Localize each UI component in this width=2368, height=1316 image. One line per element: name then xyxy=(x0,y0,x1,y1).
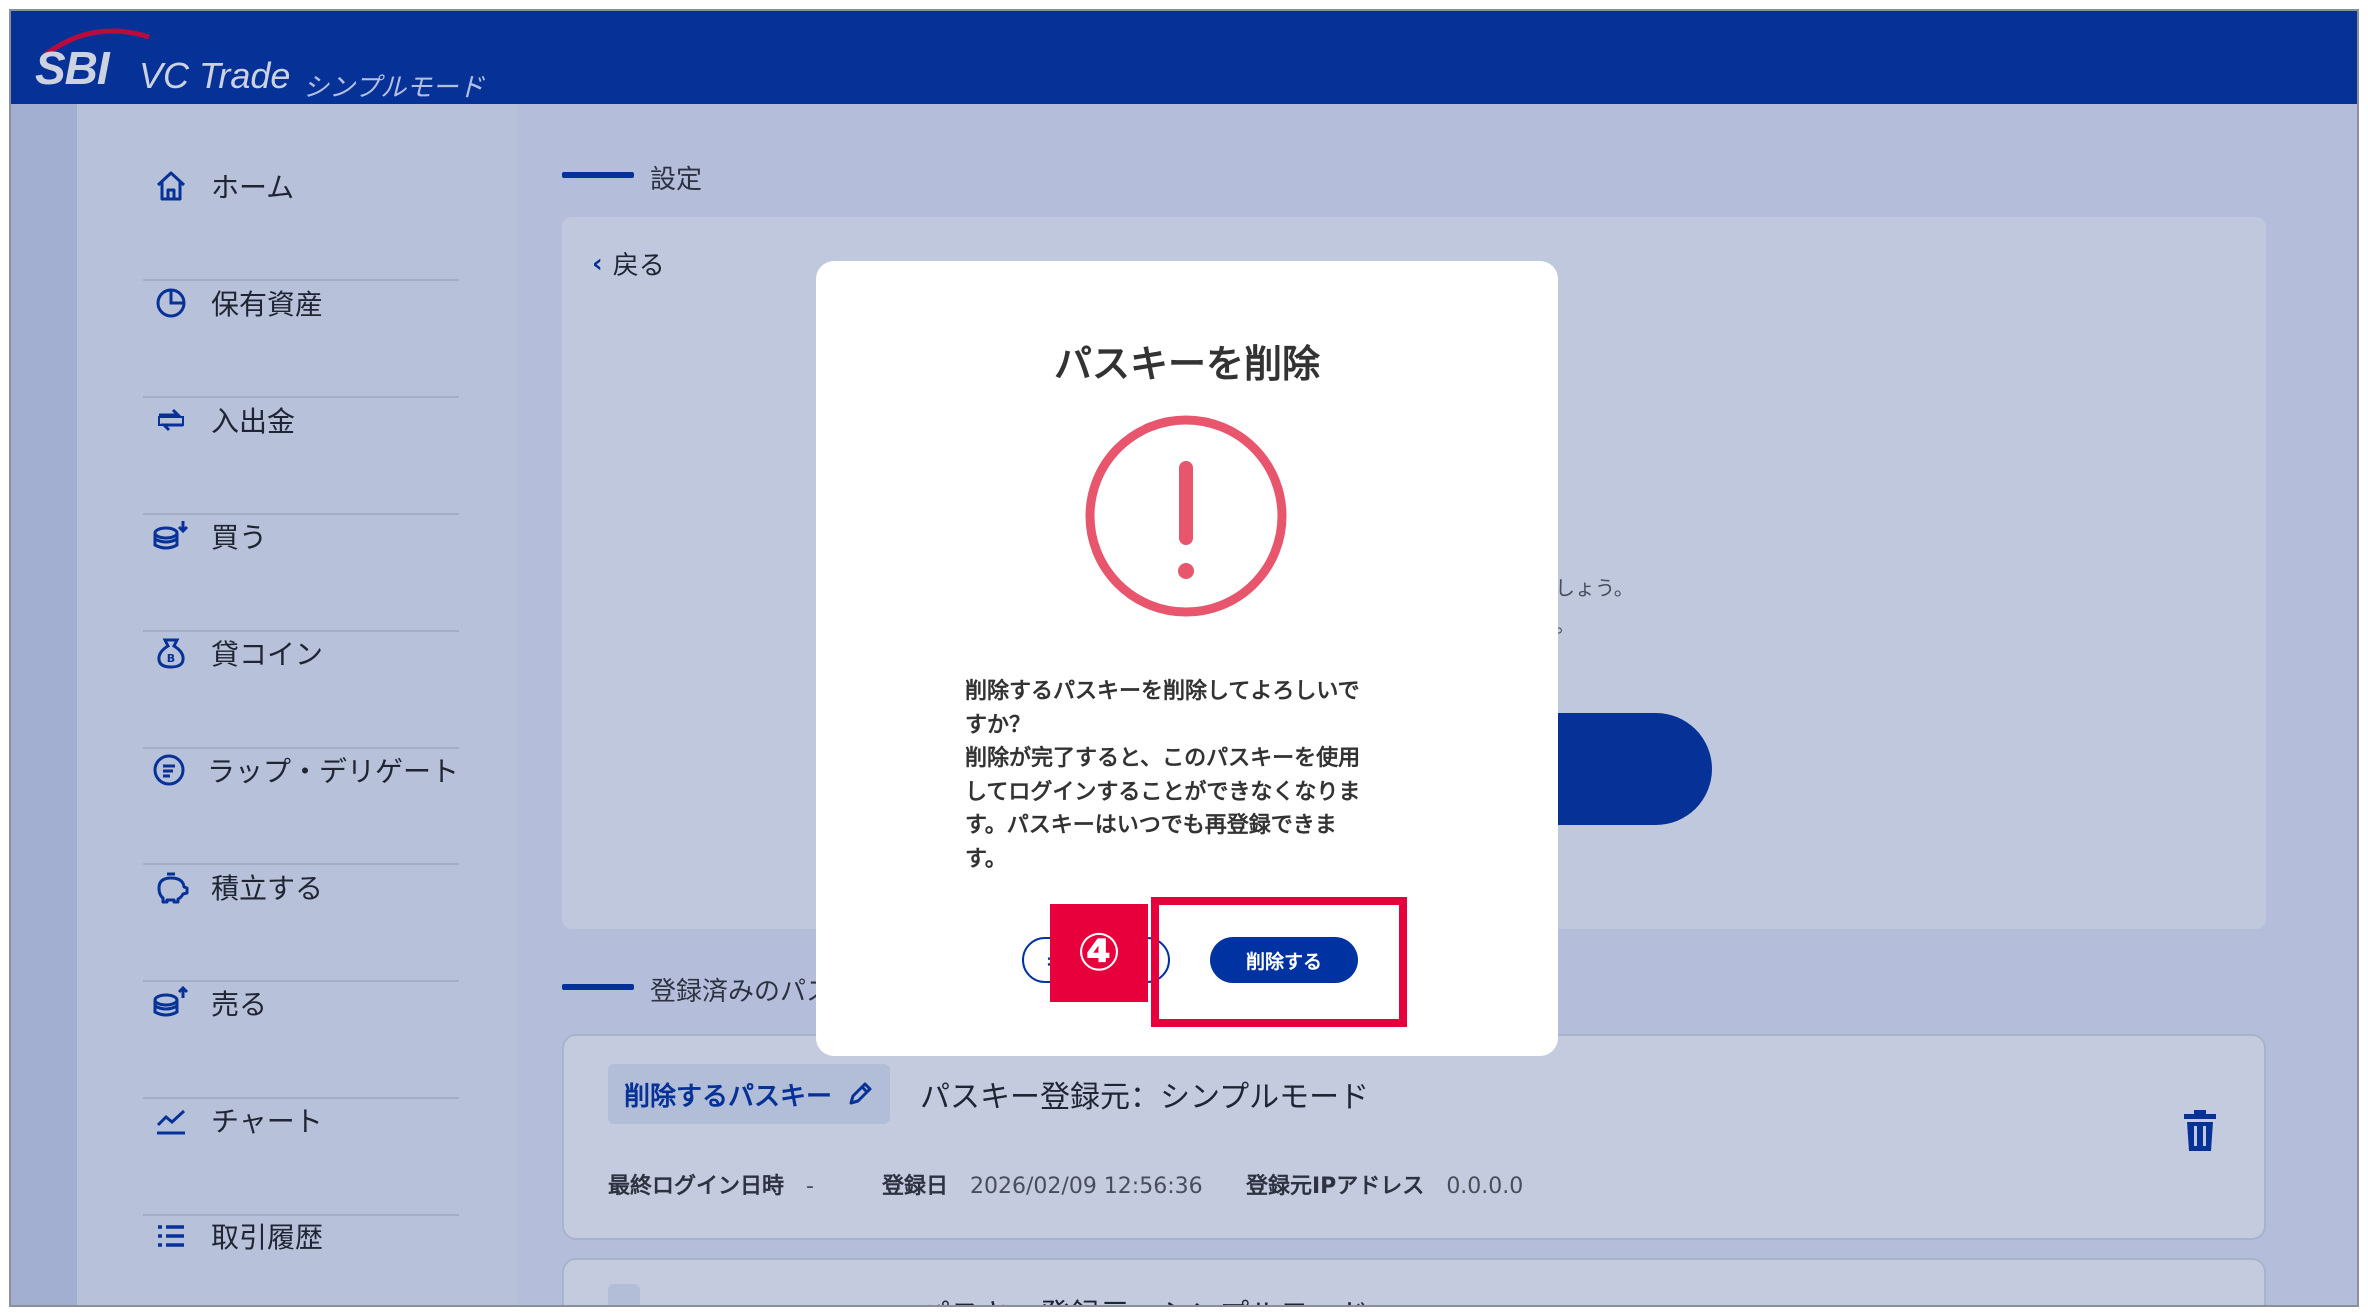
dialog-title: パスキーを削除 xyxy=(1053,342,1320,386)
dialog-message: 削除するパスキーを削除してよろしいで すか？ 削除が完了すると、このパスキーを使… xyxy=(965,675,1405,876)
message-line: すか？ xyxy=(965,712,1032,738)
highlight-box xyxy=(1151,897,1407,1027)
message-line: す。 xyxy=(965,846,1007,872)
message-line: 削除が完了すると、このパスキーを使用 xyxy=(965,746,1361,771)
message-line: してログインすることができなくなりま xyxy=(965,779,1361,805)
message-line: す。パスキーはいつでも再登録できま xyxy=(965,813,1337,838)
step-badge: ④ xyxy=(1050,904,1148,1002)
message-line: 削除するパスキーを削除してよろしいで xyxy=(965,679,1360,704)
step-number: ④ xyxy=(1076,923,1122,983)
app-window: SBI VC Trade シンプルモード ホーム 保有資産 入出金 買う B 貸… xyxy=(9,9,2359,1307)
alert-icon xyxy=(1085,415,1287,617)
